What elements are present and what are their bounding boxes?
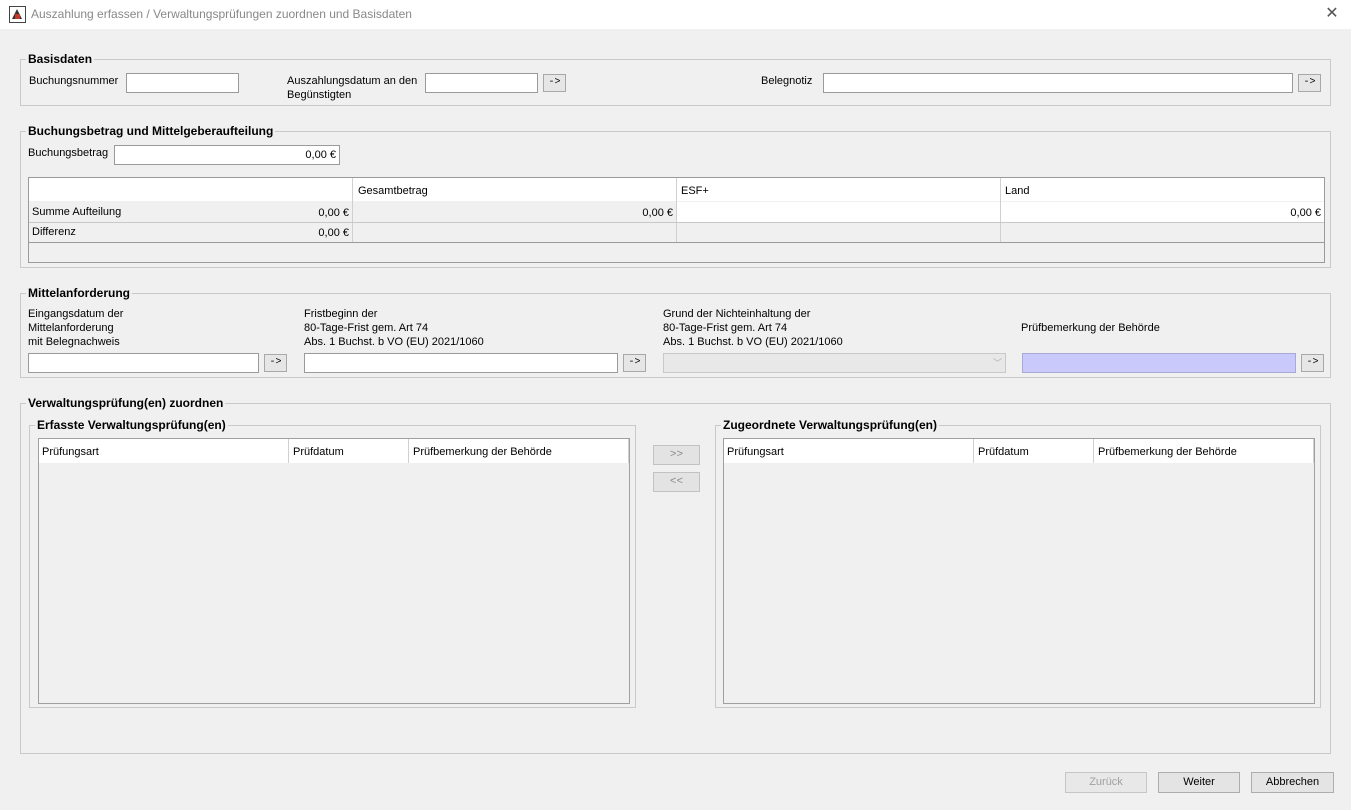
auszahlungsdatum-label-2: Begünstigten <box>287 89 352 101</box>
pruefbemerkung-field[interactable] <box>1022 353 1296 373</box>
eingang-label-3: mit Belegnachweis <box>28 336 120 348</box>
belegnotiz-field[interactable] <box>823 73 1293 93</box>
grund-label-1: Grund der Nichteinhaltung der <box>663 308 811 320</box>
column-header-pruefungsart[interactable]: Prüfungsart <box>724 442 787 462</box>
frist-label-3: Abs. 1 Buchst. b VO (EU) 2021/1060 <box>304 336 484 348</box>
buchungsbetrag-field[interactable] <box>114 145 340 165</box>
column-header-pruefbemerkung[interactable]: Prüfbemerkung der Behörde <box>1095 442 1240 462</box>
column-header-pruefungsart[interactable]: Prüfungsart <box>39 442 102 462</box>
close-icon[interactable]: ✕ <box>1321 3 1343 25</box>
app-icon <box>9 6 26 23</box>
move-left-button[interactable]: << <box>653 472 700 492</box>
grund-select[interactable]: ﹀ <box>663 353 1006 373</box>
erfasste-legend: Erfasste Verwaltungsprüfung(en) <box>37 418 226 432</box>
grund-label-3: Abs. 1 Buchst. b VO (EU) 2021/1060 <box>663 336 843 348</box>
back-button[interactable]: Zurück <box>1065 772 1147 793</box>
summe-esf-cell[interactable] <box>677 202 1000 222</box>
column-header-pruefdatum[interactable]: Prüfdatum <box>975 442 1032 462</box>
fristbeginn-field[interactable] <box>304 353 618 373</box>
column-header-land: Land <box>1005 185 1030 197</box>
auszahlungsdatum-field[interactable] <box>425 73 538 93</box>
column-header-gesamtbetrag: Gesamtbetrag <box>358 185 428 197</box>
next-button[interactable]: Weiter <box>1158 772 1240 793</box>
basisdaten-legend: Basisdaten <box>28 52 93 66</box>
summe-land-cell[interactable] <box>1001 202 1324 222</box>
table-row-label: Differenz <box>32 226 76 238</box>
buchungsbetrag-label: Buchungsbetrag <box>28 147 109 159</box>
zugeordnete-table[interactable]: Prüfungsart Prüfdatum Prüfbemerkung der … <box>723 438 1315 704</box>
belegnotiz-arrow-button[interactable]: -> <box>1298 74 1321 92</box>
fristbeginn-arrow-button[interactable]: -> <box>623 354 646 372</box>
auszahlungsdatum-label-1: Auszahlungsdatum an den <box>287 75 418 87</box>
grund-label-2: 80-Tage-Frist gem. Art 74 <box>663 322 788 334</box>
eingang-label-1: Eingangsdatum der <box>28 308 124 320</box>
erfasste-table[interactable]: Prüfungsart Prüfdatum Prüfbemerkung der … <box>38 438 630 704</box>
table-row-label: Summe Aufteilung <box>32 206 122 218</box>
mittelgeber-table: Gesamtbetrag ESF+ Land Summe Aufteilung … <box>28 177 1325 263</box>
cancel-button[interactable]: Abbrechen <box>1251 772 1334 793</box>
column-header-esf: ESF+ <box>681 185 709 197</box>
chevron-down-icon: ﹀ <box>992 358 1002 368</box>
eingangsdatum-field[interactable] <box>28 353 259 373</box>
pruefbemerkung-label: Prüfbemerkung der Behörde <box>1021 322 1160 334</box>
summe-land-value: 0,00 € <box>1290 207 1321 219</box>
verwaltungspruefung-legend: Verwaltungsprüfung(en) zuordnen <box>28 396 224 410</box>
mittelanforderung-legend: Mittelanforderung <box>28 286 130 300</box>
pruefbemerkung-arrow-button[interactable]: -> <box>1301 354 1324 372</box>
frist-label-2: 80-Tage-Frist gem. Art 74 <box>304 322 429 334</box>
eingangsdatum-arrow-button[interactable]: -> <box>264 354 287 372</box>
differenz-gesamt-value: 0,00 € <box>318 227 349 239</box>
frist-label-1: Fristbeginn der <box>304 308 378 320</box>
zugeordnete-legend: Zugeordnete Verwaltungsprüfung(en) <box>723 418 938 432</box>
window-title: Auszahlung erfassen / Verwaltungsprüfung… <box>31 7 412 21</box>
buchungsbetrag-legend: Buchungsbetrag und Mittelgeberaufteilung <box>28 124 274 138</box>
auszahlungsdatum-arrow-button[interactable]: -> <box>543 74 566 92</box>
eingang-label-2: Mittelanforderung <box>28 322 114 334</box>
belegnotiz-label: Belegnotiz <box>761 75 813 87</box>
column-header-pruefbemerkung[interactable]: Prüfbemerkung der Behörde <box>410 442 555 462</box>
buchungsnummer-label: Buchungsnummer <box>29 75 119 87</box>
buchungsnummer-field[interactable] <box>126 73 239 93</box>
title-bar: Auszahlung erfassen / Verwaltungsprüfung… <box>0 0 1351 29</box>
summe-gesamt-value: 0,00 € <box>318 207 349 219</box>
move-right-button[interactable]: >> <box>653 445 700 465</box>
column-header-pruefdatum[interactable]: Prüfdatum <box>290 442 347 462</box>
summe-esf-value: 0,00 € <box>642 207 673 219</box>
